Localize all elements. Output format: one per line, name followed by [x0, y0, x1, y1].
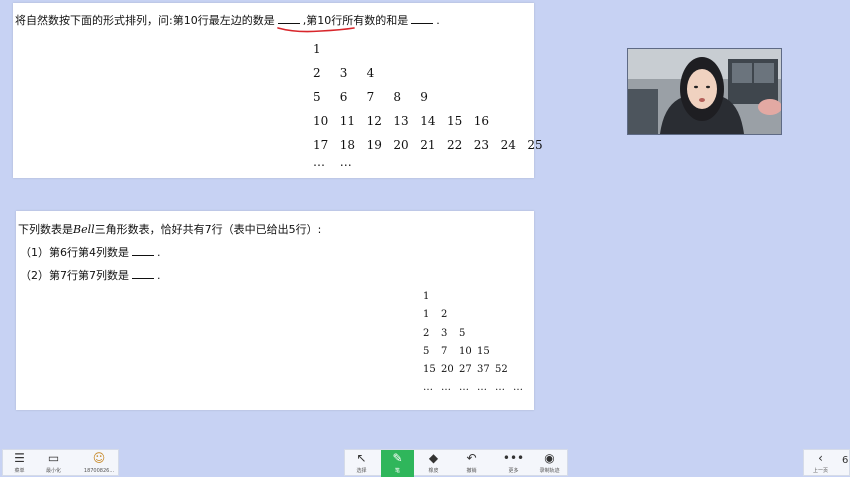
- undo-icon: ↶: [466, 451, 477, 465]
- q1-cell-r6-c2: …: [339, 155, 352, 169]
- q1-cell-r5-c3: 19: [366, 138, 382, 152]
- cursor-icon: ↖: [356, 451, 367, 465]
- minimize-icon: ▭: [47, 451, 60, 465]
- q1-cell-r3-c5: 9: [420, 90, 428, 104]
- red-pen-annotation: [277, 27, 355, 33]
- q1-cell-r5-c7: 23: [473, 138, 490, 152]
- q1-cell-r5-c5: 21: [420, 138, 436, 152]
- toolbar-center-group: ↖ 选择 ✎ 笔 ◆ 橡皮 ↶ 撤销 ••• 更多 ◉ 录制轨迹: [344, 449, 568, 477]
- bottom-toolbar: ☰ 菜单 ▭ 最小化 ☺ 18700826... ↖ 选择 ✎ 笔 ◆ 橡皮 ↶…: [0, 449, 850, 477]
- q2-sub2-prefix: （2）第7行第7列数是: [20, 269, 129, 282]
- q2-cell-r3-c2: 3: [441, 327, 448, 339]
- q2-cell-r1-c1: 1: [423, 291, 430, 302]
- q1-cell-r4-c6: 15: [447, 114, 463, 128]
- eraser-icon: ◆: [428, 451, 439, 465]
- q2-intro-b: 三角形数表，恰好共有7行（表中已给出5行）:: [94, 223, 322, 236]
- pen-icon: ✎: [392, 451, 403, 465]
- question-card-1: 将自然数按下面的形式排列，问:第10行最左边的数是 ,第10行所有数的和是. 12…: [13, 3, 543, 178]
- q2-cell-r5-c4: 37: [477, 364, 490, 376]
- q1-cell-r5-c1: 17: [313, 138, 329, 152]
- q2-cell-r3-c3: 5: [459, 327, 466, 339]
- q1-cell-r5-c9: 25: [527, 138, 543, 152]
- q2-cell-r6-c6: …: [513, 382, 523, 393]
- q1-cell-r6-c1: …: [313, 155, 325, 169]
- q1-cell-r5-c6: 22: [447, 138, 463, 152]
- toolbar-right-group: ‹ 上一页 6: [803, 449, 850, 476]
- record-icon: ◉: [544, 451, 555, 465]
- q1-cell-r2-c1: 2: [313, 66, 321, 80]
- q2-cell-r4-c2: 7: [441, 345, 448, 357]
- q1-cell-r3-c2: 6: [339, 90, 348, 104]
- more-icon: •••: [502, 451, 525, 465]
- q1-cell-r4-c5: 14: [420, 114, 436, 128]
- q1-question-text: 将自然数按下面的形式排列，问:第10行最左边的数是 ,第10行所有数的和是.: [15, 12, 440, 28]
- q2-cell-r2-c2: 2: [441, 309, 448, 321]
- q2-sub-question-1: （1）第6行第4列数是.: [20, 244, 161, 260]
- q1-cell-r4-c2: 11: [339, 114, 356, 128]
- q2-cell-r6-c1: …: [423, 382, 433, 393]
- q2-cell-r5-c3: 27: [459, 364, 472, 376]
- record-trace-button[interactable]: ◉ 录制轨迹: [533, 450, 566, 477]
- q2-intro-a: 下列数表是: [18, 223, 73, 236]
- teacher-webcam-video[interactable]: [627, 48, 782, 135]
- q2-cell-r5-c5: 52: [495, 364, 508, 376]
- q1-prefix: 将自然数按下面的形式排列，问:第10行最左边的数是: [15, 14, 275, 27]
- pen-tool-button[interactable]: ✎ 笔: [381, 450, 414, 477]
- answer-blank-2[interactable]: [411, 14, 434, 24]
- undo-button[interactable]: ↶ 撤销: [455, 450, 488, 477]
- avatar-icon: ☺: [92, 451, 106, 465]
- q1-cell-r2-c3: 4: [366, 66, 375, 80]
- webcam-scene: [628, 49, 781, 134]
- user-account-button[interactable]: ☺ 18700826...: [79, 450, 119, 477]
- minimize-button[interactable]: ▭ 最小化: [37, 450, 70, 477]
- q2-cell-r4-c3: 10: [459, 345, 472, 357]
- q2-cell-r3-c1: 2: [423, 327, 430, 339]
- q2-cell-r6-c3: …: [459, 382, 469, 393]
- q2-cell-r6-c5: …: [495, 382, 505, 393]
- q1-cell-r3-c3: 7: [366, 90, 375, 104]
- q2-cell-r2-c1: 1: [423, 309, 430, 321]
- q1-cell-r4-c7: 16: [473, 114, 490, 128]
- q1-suffix: .: [436, 14, 440, 27]
- prev-page-button[interactable]: ‹ 上一页: [804, 450, 837, 477]
- toolbar-left-group: ☰ 菜单 ▭ 最小化 ☺ 18700826...: [2, 449, 119, 476]
- q2-cell-r6-c4: …: [477, 382, 487, 393]
- answer-blank-1[interactable]: [277, 14, 300, 24]
- answer-blank-4[interactable]: [132, 269, 154, 279]
- q2-cell-r5-c2: 20: [441, 364, 454, 376]
- q2-sub1-suffix: .: [157, 246, 161, 259]
- q2-intro-bell: Bell: [73, 223, 95, 236]
- q1-cell-r3-c1: 5: [313, 90, 321, 104]
- q1-cell-r2-c2: 3: [339, 66, 348, 80]
- q2-sub2-suffix: .: [157, 269, 161, 282]
- menu-icon: ☰: [14, 451, 25, 465]
- q2-cell-r4-c4: 15: [477, 345, 490, 357]
- question-card-2: 下列数表是Bell三角形数表，恰好共有7行（表中已给出5行）: （1）第6行第4…: [16, 211, 534, 410]
- q1-cell-r4-c4: 13: [393, 114, 409, 128]
- page-number: 6: [842, 455, 849, 466]
- select-tool-button[interactable]: ↖ 选择: [345, 450, 378, 477]
- eraser-tool-button[interactable]: ◆ 橡皮: [417, 450, 450, 477]
- q1-cell-r5-c4: 20: [393, 138, 409, 152]
- q2-cell-r4-c1: 5: [423, 345, 430, 357]
- q2-sub1-prefix: （1）第6行第4列数是: [20, 246, 129, 259]
- q2-cell-r6-c2: …: [441, 382, 451, 393]
- q1-cell-r5-c8: 24: [500, 138, 516, 152]
- more-button[interactable]: ••• 更多: [497, 450, 530, 477]
- q1-cell-r5-c2: 18: [339, 138, 356, 152]
- q1-cell-r1-c1: 1: [313, 42, 321, 56]
- q2-intro-text: 下列数表是Bell三角形数表，恰好共有7行（表中已给出5行）:: [18, 221, 321, 237]
- q2-cell-r5-c1: 15: [423, 364, 436, 376]
- prev-page-icon: ‹: [818, 451, 823, 465]
- answer-blank-3[interactable]: [132, 246, 154, 256]
- q1-cell-r4-c1: 10: [313, 114, 329, 128]
- q1-cell-r4-c3: 12: [366, 114, 382, 128]
- q1-cell-r3-c4: 8: [393, 90, 402, 104]
- q2-sub-question-2: （2）第7行第7列数是.: [20, 267, 161, 283]
- menu-button[interactable]: ☰ 菜单: [3, 450, 36, 477]
